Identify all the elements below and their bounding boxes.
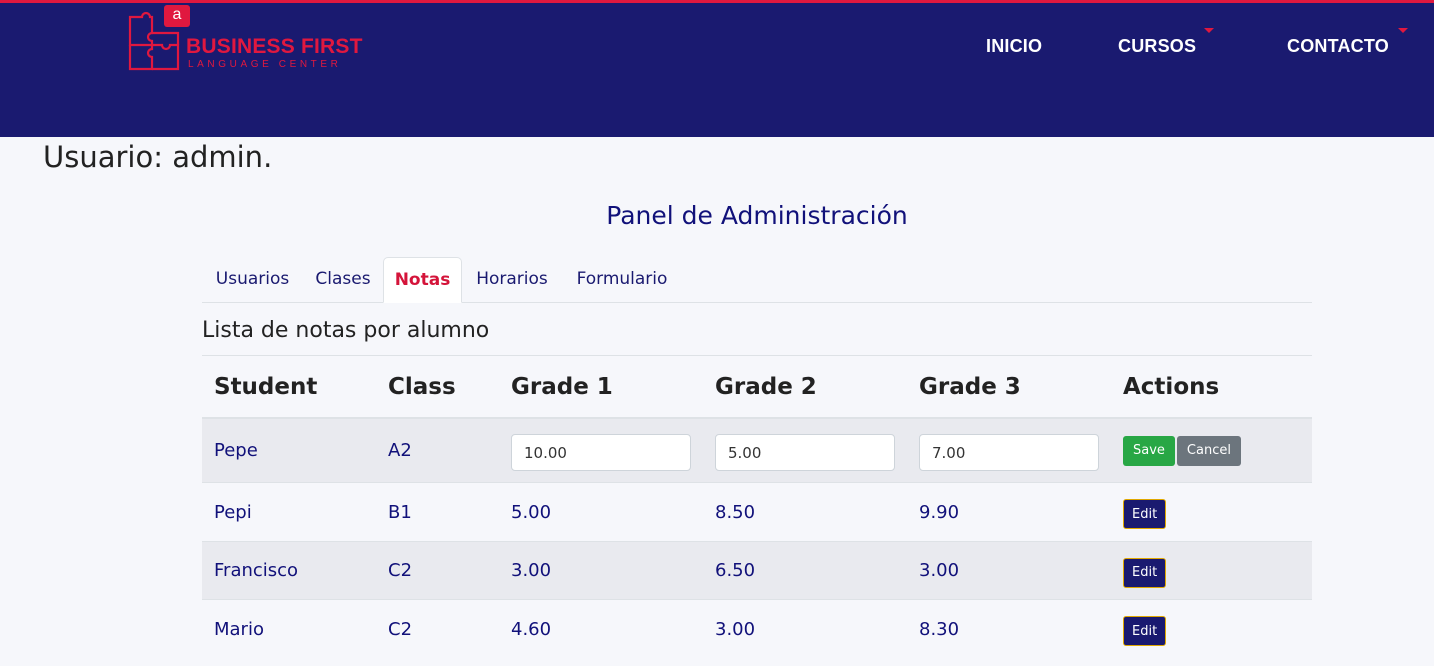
caret-down-icon	[1397, 28, 1408, 33]
page-title: Panel de Administración	[606, 201, 908, 230]
cell-grade2: 3.00	[703, 599, 907, 658]
col-grade1: Grade 1	[499, 356, 703, 419]
col-grade2: Grade 2	[703, 356, 907, 419]
cell-actions: Edit	[1111, 541, 1312, 600]
cell-grade1: 4.60	[499, 599, 703, 658]
cell-grade1: 3.00	[499, 541, 703, 600]
grade3-input[interactable]	[919, 434, 1099, 471]
cell-grade3	[907, 418, 1111, 483]
cell-class: A2	[376, 418, 499, 483]
logo-tagline: LANGUAGE CENTER	[188, 59, 342, 70]
edit-button[interactable]: Edit	[1123, 557, 1167, 588]
table-row: Mario C2 4.60 3.00 8.30 Edit	[202, 599, 1312, 658]
tab-horarios[interactable]: Horarios	[462, 257, 562, 302]
grade1-input[interactable]	[511, 434, 691, 471]
col-grade3: Grade 3	[907, 356, 1111, 419]
tab-formulario[interactable]: Formulario	[562, 257, 682, 302]
cell-grade3: 3.00	[907, 541, 1111, 600]
admin-tabs: Usuarios Clases Notas Horarios Formulari…	[202, 257, 1312, 303]
cell-student: Pepi	[202, 482, 376, 542]
col-class: Class	[376, 356, 499, 419]
nav-cursos[interactable]: CURSOS	[1118, 28, 1215, 57]
save-button[interactable]: Save	[1123, 435, 1175, 466]
cell-grade2: 8.50	[703, 482, 907, 542]
logo-name: BUSINESS FIRST	[186, 35, 363, 58]
cell-student: Francisco	[202, 541, 376, 600]
edit-button[interactable]: Edit	[1123, 499, 1167, 529]
grades-table: Student Class Grade 1 Grade 2 Grade 3 Ac…	[202, 355, 1312, 658]
cell-grade1	[499, 418, 703, 483]
cell-grade2	[703, 418, 907, 483]
nav-contacto-label: CONTACTO	[1287, 36, 1389, 56]
cell-student: Pepe	[202, 418, 376, 483]
cell-student: Mario	[202, 599, 376, 658]
col-student: Student	[202, 356, 376, 419]
logo[interactable]: a BUSINESS FIRST LANGUAGE CENTER	[128, 5, 368, 75]
nav-inicio[interactable]: INICIO	[986, 36, 1042, 57]
navbar: a BUSINESS FIRST LANGUAGE CENTER INICIO …	[0, 0, 1434, 137]
cell-class: C2	[376, 541, 499, 600]
cell-grade3: 9.90	[907, 482, 1111, 542]
edit-button[interactable]: Edit	[1123, 616, 1167, 646]
cell-grade1: 5.00	[499, 482, 703, 542]
table-row: Pepi B1 5.00 8.50 9.90 Edit	[202, 482, 1312, 542]
table-header-row: Student Class Grade 1 Grade 2 Grade 3 Ac…	[202, 356, 1312, 419]
tab-notas[interactable]: Notas	[383, 257, 462, 303]
cell-class: B1	[376, 482, 499, 542]
tab-usuarios[interactable]: Usuarios	[202, 257, 303, 302]
nav-cursos-label: CURSOS	[1118, 36, 1197, 56]
cell-actions: Edit	[1111, 482, 1312, 542]
logo-badge: a	[164, 5, 190, 27]
cell-grade2: 6.50	[703, 541, 907, 600]
section-title: Lista de notas por alumno	[202, 318, 490, 343]
tab-clases[interactable]: Clases	[303, 257, 383, 302]
cancel-button[interactable]: Cancel	[1176, 435, 1241, 466]
nav-contacto[interactable]: CONTACTO	[1287, 28, 1408, 57]
cell-grade3: 8.30	[907, 599, 1111, 658]
caret-down-icon	[1204, 28, 1215, 33]
cell-actions: Save Cancel	[1111, 418, 1312, 483]
user-heading: Usuario: admin.	[43, 140, 273, 174]
grade2-input[interactable]	[715, 434, 895, 471]
table-row: Pepe A2 SaveCancel	[202, 418, 1312, 483]
table-row: Francisco C2 3.00 6.50 3.00 Edit	[202, 541, 1312, 600]
cell-class: C2	[376, 599, 499, 658]
col-actions: Actions	[1111, 356, 1312, 419]
cell-actions: Edit	[1111, 599, 1312, 658]
